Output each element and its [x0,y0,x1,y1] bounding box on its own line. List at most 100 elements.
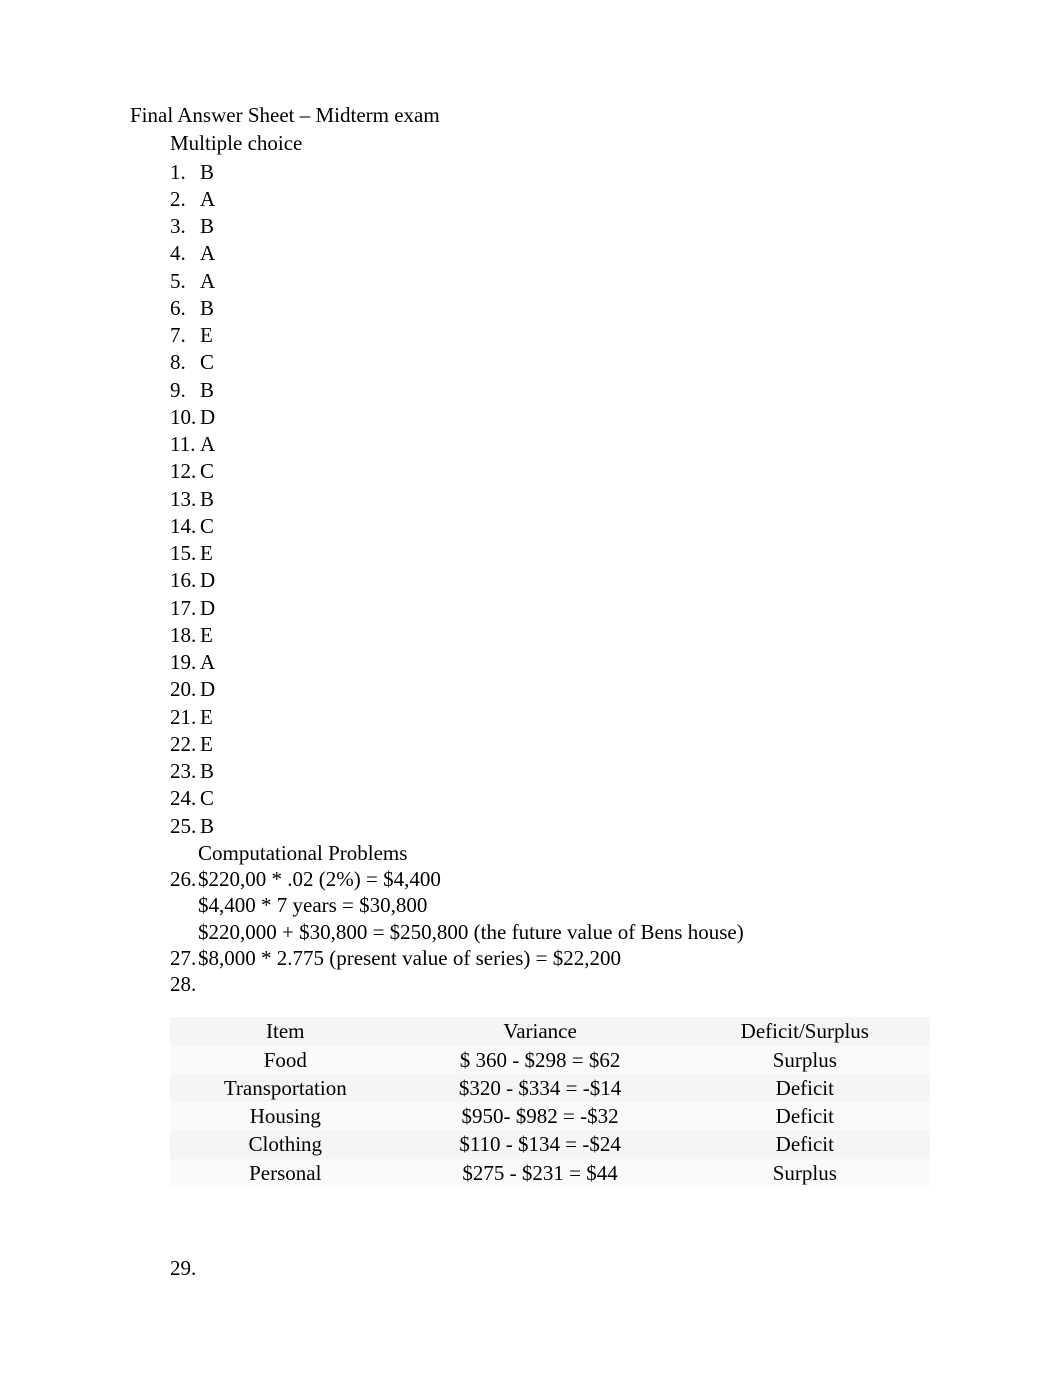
list-item: 1.B [170,159,932,185]
list-item: 8.C [170,349,932,375]
item-answer: D [200,676,215,702]
list-item: 6.B [170,295,932,321]
list-item: 13.B [170,486,932,512]
table-row: Transportation $320 - $334 = -$14 Defici… [170,1074,930,1102]
item-number: 12. [170,458,200,484]
item-number: 7. [170,322,200,348]
item-number: 26. [170,866,198,892]
q26-text-1: $220,00 * .02 (2%) = $4,400 [198,866,441,892]
item-number: 24. [170,785,200,811]
list-item: 25.B [170,813,932,839]
item-number: 4. [170,240,200,266]
list-item: 20.D [170,676,932,702]
item-number: 20. [170,676,200,702]
cell-ds: Deficit [680,1074,930,1102]
list-item: 18.E [170,622,932,648]
cell-variance: $320 - $334 = -$14 [401,1074,680,1102]
item-number: 3. [170,213,200,239]
q26-line2: $4,400 * 7 years = $30,800 [198,892,932,918]
list-item: 7.E [170,322,932,348]
item-number: 16. [170,567,200,593]
item-number: 1. [170,159,200,185]
item-number: 10. [170,404,200,430]
item-number: 8. [170,349,200,375]
list-item: 5.A [170,268,932,294]
cell-item: Transportation [170,1074,401,1102]
item-answer: B [200,377,214,403]
item-number: 6. [170,295,200,321]
item-answer: A [200,186,215,212]
item-answer: D [200,404,215,430]
q26-line1: 26. $220,00 * .02 (2%) = $4,400 [170,866,932,892]
item-number: 21. [170,704,200,730]
list-item: 12.C [170,458,932,484]
item-number: 14. [170,513,200,539]
cell-variance: $275 - $231 = $44 [401,1159,680,1187]
table-row: Housing $950- $982 = -$32 Deficit [170,1102,930,1130]
item-answer: A [200,268,215,294]
item-answer: C [200,785,214,811]
col-header-ds: Deficit/Surplus [680,1017,930,1045]
table-row: Food $ 360 - $298 = $62 Surplus [170,1046,930,1074]
item-answer: A [200,649,215,675]
item-answer: B [200,486,214,512]
item-number: 23. [170,758,200,784]
q27-line1: 27. $8,000 * 2.775 (present value of ser… [170,945,932,971]
item-answer: C [200,458,214,484]
item-answer: E [200,731,213,757]
item-number: 17. [170,595,200,621]
table-row: Clothing $110 - $134 = -$24 Deficit [170,1130,930,1158]
item-number: 25. [170,813,200,839]
item-number: 22. [170,731,200,757]
item-number: 15. [170,540,200,566]
cell-ds: Deficit [680,1102,930,1130]
cell-ds: Surplus [680,1046,930,1074]
q26-line3: $220,000 + $30,800 = $250,800 (the futur… [198,919,932,945]
document-title: Final Answer Sheet – Midterm exam [130,102,932,128]
item-number: 19. [170,649,200,675]
list-item: 4.A [170,240,932,266]
item-answer: D [200,595,215,621]
item-answer: E [200,622,213,648]
col-header-item: Item [170,1017,401,1045]
item-number: 28. [170,971,198,997]
item-answer: A [200,240,215,266]
cell-variance: $ 360 - $298 = $62 [401,1046,680,1074]
item-answer: B [200,295,214,321]
list-item: 3.B [170,213,932,239]
mc-answer-list: 1.B 2.A 3.B 4.A 5.A 6.B 7.E 8.C 9.B 10.D… [130,159,932,839]
list-item: 15.E [170,540,932,566]
item-answer: E [200,704,213,730]
table-row: Personal $275 - $231 = $44 Surplus [170,1159,930,1187]
item-number: 9. [170,377,200,403]
list-item: 21.E [170,704,932,730]
item-answer: C [200,349,214,375]
item-answer: E [200,540,213,566]
item-number: 5. [170,268,200,294]
cell-item: Clothing [170,1130,401,1158]
item-answer: B [200,758,214,784]
mc-section-label: Multiple choice [170,130,932,156]
list-item: 9.B [170,377,932,403]
page: Final Answer Sheet – Midterm exam Multip… [0,0,1062,1377]
list-item: 10.D [170,404,932,430]
budget-table: Item Variance Deficit/Surplus Food $ 360… [170,1017,930,1187]
item-answer: B [200,159,214,185]
budget-table-wrap: Item Variance Deficit/Surplus Food $ 360… [170,1017,932,1187]
item-number: 27. [170,945,198,971]
list-item: 19.A [170,649,932,675]
item-answer: C [200,513,214,539]
cell-item: Food [170,1046,401,1074]
q29-line: 29. [170,1255,932,1281]
item-number: 11. [170,431,200,457]
cell-variance: $950- $982 = -$32 [401,1102,680,1130]
list-item: 16.D [170,567,932,593]
comp-section-label: Computational Problems [198,840,932,866]
list-item: 2.A [170,186,932,212]
cell-ds: Surplus [680,1159,930,1187]
list-item: 22.E [170,731,932,757]
item-number: 18. [170,622,200,648]
cell-variance: $110 - $134 = -$24 [401,1130,680,1158]
list-item: 14.C [170,513,932,539]
item-answer: B [200,213,214,239]
